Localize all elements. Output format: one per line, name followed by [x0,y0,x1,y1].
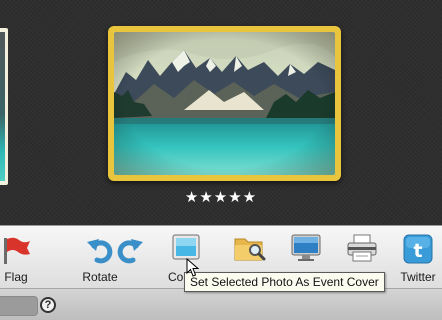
photo-viewer: ★★★★★ [0,0,442,225]
set-cover-tooltip: Set Selected Photo As Event Cover [184,272,385,292]
selected-photo [114,32,335,175]
flag-icon [1,236,31,267]
flag-button[interactable]: Flag [0,226,32,288]
star-rating[interactable]: ★★★★★ [0,188,442,206]
rotate-right-icon [117,234,143,267]
svg-text:t: t [413,240,422,262]
twitter-button[interactable]: t Twitter [394,226,442,288]
help-button[interactable]: ? [40,297,56,313]
rotate-left-icon [87,234,113,267]
selected-photo-frame[interactable] [108,26,341,181]
mouse-cursor-icon [186,257,200,283]
status-field[interactable] [0,296,38,316]
printer-icon [346,234,378,265]
flag-label: Flag [4,270,28,284]
twitter-label: Twitter [400,270,436,284]
twitter-icon: t [403,234,433,267]
rotate-right-button[interactable] [112,226,148,288]
status-bar: ? [0,288,442,320]
monitor-icon [291,234,321,265]
previous-photo-thumbnail[interactable] [0,28,8,185]
folder-search-icon [234,234,266,265]
